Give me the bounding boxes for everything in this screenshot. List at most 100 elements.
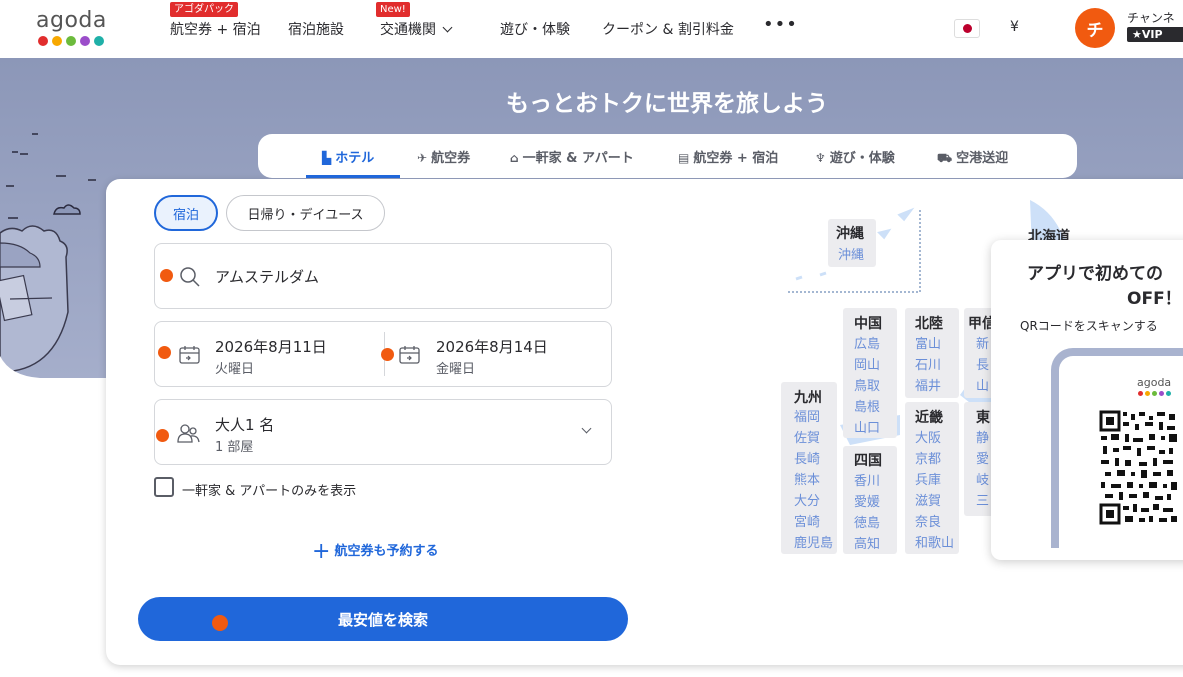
pref-item[interactable]: 山 bbox=[976, 375, 989, 394]
tab-homes[interactable]: ⌂ 一軒家 & アパート bbox=[510, 147, 634, 166]
popup-title-line1: アプリで初めての bbox=[1027, 264, 1163, 284]
pref-item[interactable]: 大阪 bbox=[915, 427, 941, 446]
indicator-dot bbox=[156, 429, 169, 442]
add-flight-button[interactable]: + 航空券も予約する bbox=[312, 536, 439, 564]
qr-code-icon[interactable] bbox=[1099, 410, 1179, 525]
guests-field[interactable]: 大人1 名 1 部屋 bbox=[154, 399, 612, 465]
logo-dot bbox=[1166, 391, 1171, 396]
pref-item[interactable]: 島根 bbox=[854, 396, 880, 415]
checkout-day: 金曜日 bbox=[436, 362, 476, 377]
nav-transport[interactable]: 交通機関 bbox=[380, 19, 453, 39]
guests-icon bbox=[177, 424, 200, 443]
pref-item[interactable]: 富山 bbox=[915, 333, 941, 352]
pref-item[interactable]: 愛媛 bbox=[854, 491, 880, 510]
pref-item[interactable]: 京都 bbox=[915, 448, 941, 467]
pref-item[interactable]: 福井 bbox=[915, 375, 941, 394]
pref-item[interactable]: 大分 bbox=[794, 490, 820, 509]
pref-item[interactable]: 熊本 bbox=[794, 469, 820, 488]
pref-item[interactable]: 山口 bbox=[854, 417, 880, 436]
agoda-logo[interactable]: agoda bbox=[36, 9, 107, 46]
indicator-dot bbox=[160, 269, 173, 282]
pref-item[interactable]: 福岡 bbox=[794, 406, 820, 425]
vip-badge: ★VIP bbox=[1127, 27, 1183, 42]
logo-dots bbox=[38, 36, 107, 46]
tab-packages-label: 航空券 + 宿泊 bbox=[693, 151, 779, 166]
pref-item[interactable]: 鹿児島 bbox=[794, 532, 833, 551]
nav-activities[interactable]: 遊び・体験 bbox=[500, 19, 570, 39]
pref-item[interactable]: 広島 bbox=[854, 333, 880, 352]
search-button[interactable]: 最安値を検索 bbox=[138, 597, 628, 641]
nav-coupons[interactable]: クーポン & 割引料金 bbox=[602, 19, 734, 39]
pref-item[interactable]: 徳島 bbox=[854, 512, 880, 531]
checkin-date[interactable]: 2026年8月11日 bbox=[215, 336, 327, 357]
pref-item[interactable]: 奈良 bbox=[915, 511, 941, 530]
pref-item[interactable]: 岡山 bbox=[854, 354, 880, 373]
pref-item[interactable]: 石川 bbox=[915, 354, 941, 373]
pref-item[interactable]: 愛 bbox=[976, 448, 989, 467]
region-chugoku-name[interactable]: 中国 bbox=[854, 313, 882, 333]
region-okinawa-name[interactable]: 沖縄 bbox=[836, 223, 864, 243]
pref-item[interactable]: 長 bbox=[976, 354, 989, 373]
pref-okinawa[interactable]: 沖縄 bbox=[838, 244, 864, 263]
logo-dot bbox=[1145, 391, 1150, 396]
pref-item[interactable]: 静 bbox=[976, 427, 989, 446]
activity-icon: ♆ bbox=[815, 151, 826, 165]
nav-flight-hotel[interactable]: 航空券 + 宿泊 bbox=[170, 19, 261, 39]
pref-item[interactable]: 高知 bbox=[854, 533, 880, 552]
indicator-dot bbox=[158, 346, 171, 359]
logo-dot bbox=[80, 36, 90, 46]
checkout-calendar-icon bbox=[399, 346, 420, 364]
tab-packages[interactable]: ▤ 航空券 + 宿泊 bbox=[678, 147, 778, 166]
indicator-dot bbox=[212, 615, 228, 631]
avatar[interactable]: チ bbox=[1075, 8, 1115, 48]
pref-item[interactable]: 新 bbox=[976, 333, 989, 352]
pref-item[interactable]: 兵庫 bbox=[915, 469, 941, 488]
logo-dot bbox=[1152, 391, 1157, 396]
region-shikoku-name[interactable]: 四国 bbox=[854, 450, 882, 470]
car-icon: ⛟ bbox=[937, 151, 953, 165]
product-tabs: ▙ ホテル ✈ 航空券 ⌂ 一軒家 & アパート ▤ 航空券 + 宿泊 ♆ 遊び・体験 ⛟… bbox=[258, 134, 1077, 178]
pref-item[interactable]: 佐賀 bbox=[794, 427, 820, 446]
pref-item[interactable]: 香川 bbox=[854, 470, 880, 489]
tab-flights[interactable]: ✈ 航空券 bbox=[417, 147, 470, 166]
pref-item[interactable]: 岐 bbox=[976, 469, 989, 488]
checkout-date[interactable]: 2026年8月14日 bbox=[436, 336, 548, 357]
japan-flag-icon[interactable] bbox=[954, 19, 980, 38]
tab-hotel[interactable]: ▙ ホテル bbox=[322, 147, 374, 166]
tab-airport-label: 空港送迎 bbox=[956, 151, 1009, 166]
region-kinki-name[interactable]: 近畿 bbox=[915, 407, 943, 427]
homes-only-label: 一軒家 & アパートのみを表示 bbox=[182, 484, 357, 499]
top-header: agoda アゴダパック 航空券 + 宿泊 宿泊施設 New! 交通機関 遊び・… bbox=[0, 0, 1183, 58]
region-kyushu-name[interactable]: 九州 bbox=[794, 387, 822, 407]
nav-accommodation[interactable]: 宿泊施設 bbox=[288, 19, 344, 39]
pref-item[interactable]: 和歌山 bbox=[915, 532, 954, 551]
pref-item[interactable]: 長崎 bbox=[794, 448, 820, 467]
logo-dot bbox=[66, 36, 76, 46]
currency-selector[interactable]: ¥ bbox=[1010, 19, 1019, 35]
popup-title-line2: OFF！ bbox=[1127, 289, 1182, 309]
popup-subtitle: QRコードをスキャンする bbox=[1020, 319, 1158, 333]
region-tokai-name[interactable]: 東 bbox=[976, 407, 990, 427]
user-name[interactable]: チャンネ bbox=[1127, 9, 1175, 26]
pref-item[interactable]: 滋賀 bbox=[915, 490, 941, 509]
pref-item[interactable]: 三 bbox=[976, 490, 989, 509]
indicator-dot bbox=[381, 348, 394, 361]
pref-item[interactable]: 鳥取 bbox=[854, 375, 880, 394]
destination-input[interactable]: アムステルダム bbox=[215, 266, 319, 287]
tab-activities[interactable]: ♆ 遊び・体験 bbox=[815, 147, 895, 166]
tab-hotel-label: ホテル bbox=[335, 151, 375, 166]
region-hokuriku-name[interactable]: 北陸 bbox=[915, 313, 943, 333]
chevron-down-icon[interactable] bbox=[581, 423, 592, 434]
stay-type-overnight[interactable]: 宿泊 bbox=[154, 195, 218, 231]
search-icon bbox=[180, 267, 200, 287]
homes-only-checkbox[interactable] bbox=[154, 477, 174, 497]
checkin-calendar-icon bbox=[179, 346, 200, 364]
stay-type-dayuse[interactable]: 日帰り・デイユース bbox=[226, 195, 385, 231]
package-badge: アゴダパック bbox=[170, 2, 238, 17]
tab-activities-label: 遊び・体験 bbox=[829, 151, 895, 166]
add-flight-label: 航空券も予約する bbox=[334, 544, 439, 559]
pref-item[interactable]: 宮崎 bbox=[794, 511, 820, 530]
destination-field[interactable]: アムステルダム bbox=[154, 243, 612, 309]
tab-airport-transfer[interactable]: ⛟ 空港送迎 bbox=[937, 147, 1008, 167]
more-menu-icon[interactable]: ••• bbox=[763, 14, 798, 35]
